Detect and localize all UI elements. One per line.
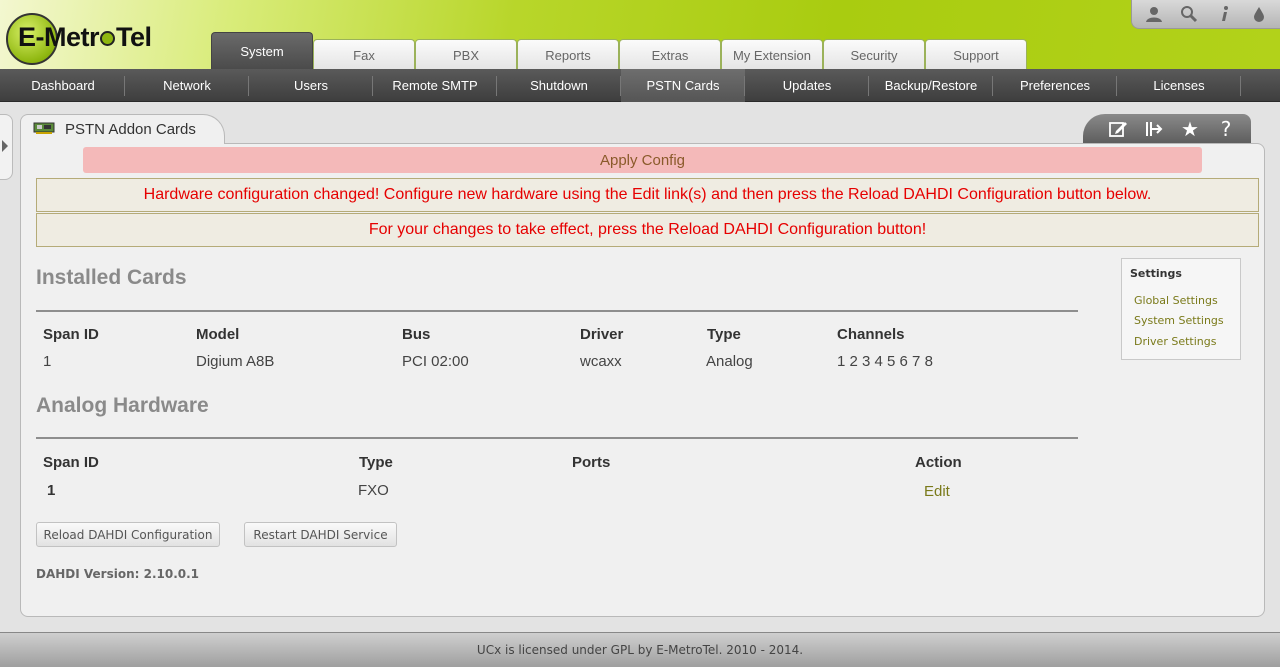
tab-reports[interactable]: Reports [517, 39, 619, 70]
col-header-action: Action [915, 454, 962, 471]
logo[interactable]: E-Metr Tel [6, 13, 206, 65]
tab-my-extension[interactable]: My Extension [721, 39, 823, 70]
subnav-dashboard[interactable]: Dashboard [1, 69, 125, 102]
subnav-users[interactable]: Users [249, 69, 373, 102]
tab-fax[interactable]: Fax [313, 39, 415, 70]
footer: UCx is licensed under GPL by E-MetroTel.… [0, 632, 1280, 667]
info-icon[interactable] [1209, 1, 1239, 27]
page-title-tab: PSTN Addon Cards [20, 114, 225, 144]
footer-text: UCx is licensed under GPL by E-MetroTel.… [476, 643, 804, 657]
col-header-span-id: Span ID [43, 326, 99, 343]
analog-span-id: 1 [47, 482, 56, 499]
card-channels: 1 2 3 4 5 6 7 8 [837, 353, 933, 370]
analog-type: FXO [358, 482, 389, 499]
subnav-shutdown[interactable]: Shutdown [497, 69, 621, 102]
card-type: Analog [706, 353, 753, 370]
subnav-pstn-cards[interactable]: PSTN Cards [621, 69, 745, 102]
settings-title: Settings [1130, 267, 1182, 280]
pci-card-icon [33, 120, 55, 139]
installed-cards-divider [36, 310, 1078, 312]
system-settings-link[interactable]: System Settings [1134, 314, 1224, 327]
header-tool-icons [1131, 0, 1280, 29]
reload-dahdi-configuration-button[interactable]: Reload DAHDI Configuration [36, 522, 220, 547]
help-icon[interactable]: ? [1213, 117, 1239, 141]
col-header-type: Type [359, 454, 393, 471]
subnav-updates[interactable]: Updates [745, 69, 869, 102]
tab-security[interactable]: Security [823, 39, 925, 70]
edit-icon[interactable] [1105, 117, 1131, 141]
apply-config-button[interactable]: Apply Config [83, 147, 1202, 173]
card-span-id: 1 [43, 353, 52, 370]
tab-support[interactable]: Support [925, 39, 1027, 70]
subnav-preferences[interactable]: Preferences [993, 69, 1117, 102]
sidebar-toggle[interactable] [0, 114, 13, 180]
drop-icon[interactable] [1244, 1, 1274, 27]
logo-text: E-Metr Tel [18, 22, 152, 52]
driver-settings-link[interactable]: Driver Settings [1134, 335, 1216, 348]
tab-pbx[interactable]: PBX [415, 39, 517, 70]
page-title: PSTN Addon Cards [65, 121, 196, 138]
col-header-driver: Driver [580, 326, 624, 343]
installed-cards-heading: Installed Cards [36, 266, 187, 289]
col-header-bus: Bus [402, 326, 431, 343]
app-header: E-Metr Tel System Fax PBX Reports Extras My Ex… [0, 0, 1280, 70]
export-icon[interactable] [1141, 117, 1167, 141]
col-header-model: Model [196, 326, 240, 343]
edit-link[interactable]: Edit [924, 483, 950, 500]
card-model: Digium A8B [196, 353, 275, 370]
tab-extras[interactable]: Extras [619, 39, 721, 70]
col-header-ports: Ports [572, 454, 611, 471]
hardware-changed-message: Hardware configuration changed! Configur… [36, 178, 1259, 212]
star-icon[interactable]: ★ [1177, 117, 1203, 141]
global-settings-link[interactable]: Global Settings [1134, 294, 1218, 307]
analog-hardware-heading: Analog Hardware [36, 394, 209, 417]
subnav-separator [1240, 76, 1241, 96]
subnav-licenses[interactable]: Licenses [1117, 69, 1241, 102]
settings-box: Settings Global Settings System Settings… [1121, 258, 1241, 360]
analog-hardware-divider [36, 437, 1078, 439]
dahdi-version: DAHDI Version: 2.10.0.1 [36, 567, 200, 581]
card-driver: wcaxx [580, 353, 622, 370]
subnav-remote-smtp[interactable]: Remote SMTP [373, 69, 497, 102]
col-header-type: Type [707, 326, 741, 343]
col-header-span-id: Span ID [43, 454, 99, 471]
sub-nav: Dashboard Network Users Remote SMTP Shutdown… [0, 69, 1280, 102]
subnav-backup-restore[interactable]: Backup/Restore [869, 69, 993, 102]
card-bus: PCI 02:00 [402, 353, 469, 370]
page-tools: ★ ? [1083, 114, 1251, 143]
user-icon[interactable] [1139, 1, 1169, 27]
search-icon[interactable] [1174, 1, 1204, 27]
col-header-channels: Channels [837, 326, 905, 343]
restart-dahdi-service-button[interactable]: Restart DAHDI Service [244, 522, 397, 547]
tab-system[interactable]: System [211, 32, 313, 70]
top-tabs: System Fax PBX Reports Extras My Extension Sec… [211, 32, 1027, 70]
subnav-network[interactable]: Network [125, 69, 249, 102]
changes-effect-message: For your changes to take effect, press t… [36, 213, 1259, 247]
